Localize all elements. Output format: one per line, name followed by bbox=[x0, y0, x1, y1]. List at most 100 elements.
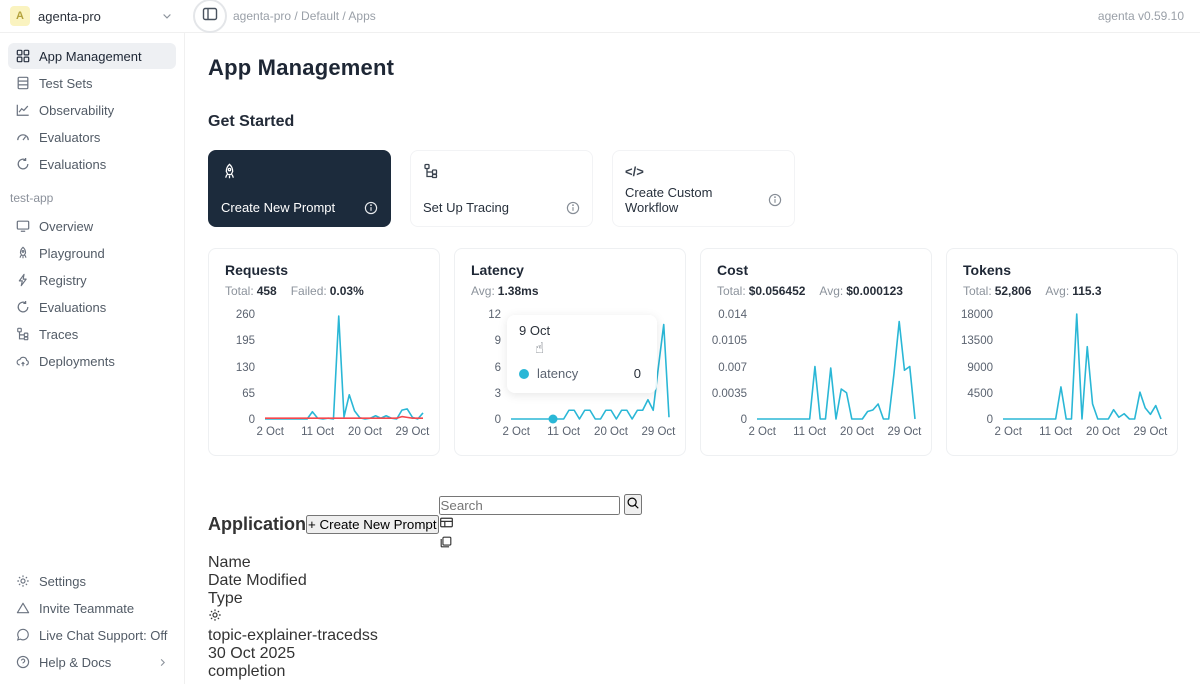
sidebar-item-app-management[interactable]: App Management bbox=[8, 43, 176, 69]
create-new-prompt-card[interactable]: Create New Prompt bbox=[208, 150, 391, 227]
requests-chart[interactable] bbox=[265, 314, 423, 419]
workspace-switcher[interactable]: A agenta-pro bbox=[0, 0, 185, 32]
y-tick-label: 3 bbox=[495, 388, 501, 400]
y-tick-label: 0 bbox=[495, 414, 501, 426]
y-tick-label: 9000 bbox=[967, 362, 993, 374]
cost-chart[interactable] bbox=[757, 314, 915, 419]
sidebar-item-label: Test Sets bbox=[39, 76, 92, 91]
cloud-icon bbox=[16, 354, 30, 368]
y-tick-label: 18000 bbox=[961, 309, 993, 321]
chat-icon bbox=[16, 628, 30, 642]
main-content: App Management Get Started Create New Pr… bbox=[186, 33, 1200, 684]
stat-value: 52,806 bbox=[995, 284, 1032, 298]
sidebar-item-deployments[interactable]: Deployments bbox=[8, 348, 176, 374]
sidebar-item-traces[interactable]: Traces bbox=[8, 321, 176, 347]
application-table: Name Date Modified Type topic-explainer-… bbox=[208, 554, 1178, 684]
app-name: topic-explainer-tracedss bbox=[208, 627, 1178, 645]
sidebar-item-label: Overview bbox=[39, 219, 93, 234]
sidebar-item-settings[interactable]: Settings bbox=[8, 568, 176, 594]
test-sets-icon bbox=[16, 76, 30, 90]
info-icon[interactable] bbox=[364, 201, 378, 215]
sidebar-item-test-sets[interactable]: Test Sets bbox=[8, 70, 176, 96]
triangle-icon bbox=[16, 601, 30, 615]
sidebar-item-invite-teammate[interactable]: Invite Teammate bbox=[8, 595, 176, 621]
card-view-icon bbox=[439, 536, 453, 553]
tree-icon bbox=[16, 327, 30, 341]
y-tick-label: 0.014 bbox=[718, 309, 747, 321]
card-label: Create New Prompt bbox=[221, 200, 335, 215]
column-header-type[interactable]: Type bbox=[208, 590, 1178, 608]
chart-title: Tokens bbox=[963, 262, 1161, 278]
table-row[interactable]: topic-explainer-tracedss 30 Oct 2025 com… bbox=[208, 627, 1178, 684]
set-up-tracing-card[interactable]: Set Up Tracing bbox=[410, 150, 593, 227]
tooltip-value: 0 bbox=[634, 366, 645, 381]
x-axis: 2 Oct11 Oct20 Oct29 Oct bbox=[1003, 426, 1161, 442]
create-custom-workflow-card[interactable]: </> Create Custom Workflow bbox=[612, 150, 795, 227]
tokens-chart[interactable] bbox=[1003, 314, 1161, 419]
monitor-icon bbox=[16, 219, 30, 233]
chevron-right-icon bbox=[157, 657, 168, 668]
column-header-date-modified[interactable]: Date Modified bbox=[208, 572, 1178, 590]
search-button[interactable] bbox=[624, 494, 642, 515]
y-tick-label: 13500 bbox=[961, 335, 993, 347]
sidebar-item-observability[interactable]: Observability bbox=[8, 97, 176, 123]
sidebar-item-label: Deployments bbox=[39, 354, 115, 369]
x-tick-label: 11 Oct bbox=[793, 426, 826, 438]
sidebar-item-help-docs[interactable]: Help & Docs bbox=[8, 649, 176, 675]
plus-icon: + bbox=[308, 517, 316, 532]
stat-value: $0.000123 bbox=[846, 284, 903, 298]
code-icon: </> bbox=[625, 162, 782, 180]
sidebar-item-label: Evaluations bbox=[39, 300, 106, 315]
tooltip-series: latency bbox=[537, 366, 578, 381]
breadcrumb[interactable]: agenta-pro / Default / Apps bbox=[233, 9, 376, 23]
y-tick-label: 260 bbox=[236, 309, 255, 321]
y-axis: 00.00350.0070.01050.014 bbox=[717, 314, 757, 419]
refresh-circle-icon bbox=[16, 157, 30, 171]
sidebar-item-evaluations[interactable]: Evaluations bbox=[8, 151, 176, 177]
y-tick-label: 0 bbox=[741, 414, 747, 426]
type-badge: completion bbox=[208, 663, 285, 680]
app-section-label: test-app bbox=[10, 191, 174, 205]
y-tick-label: 195 bbox=[236, 335, 255, 347]
collapse-sidebar-button[interactable] bbox=[198, 4, 222, 28]
table-settings-gear-icon[interactable] bbox=[208, 609, 222, 626]
search-input[interactable] bbox=[439, 496, 620, 515]
sidebar-item-overview[interactable]: Overview bbox=[8, 213, 176, 239]
observability-icon bbox=[16, 103, 30, 117]
gear-icon bbox=[16, 574, 30, 588]
stat-value: 0.03% bbox=[330, 284, 364, 298]
stat-value: $0.056452 bbox=[749, 284, 806, 298]
stat-label: Total: bbox=[963, 284, 992, 298]
workspace-avatar: A bbox=[10, 6, 30, 26]
x-tick-label: 29 Oct bbox=[641, 426, 675, 438]
stat-label: Failed: bbox=[291, 284, 327, 298]
sidebar-item-live-chat[interactable]: Live Chat Support: Off bbox=[8, 622, 176, 648]
workspace-name: agenta-pro bbox=[38, 9, 101, 24]
y-tick-label: 0.0035 bbox=[712, 388, 747, 400]
info-icon[interactable] bbox=[566, 201, 580, 215]
create-new-prompt-button[interactable]: + Create New Prompt bbox=[306, 515, 439, 534]
sidebar-item-label: Registry bbox=[39, 273, 87, 288]
y-tick-label: 65 bbox=[242, 388, 255, 400]
gauge-icon bbox=[16, 130, 30, 144]
application-heading: Application bbox=[208, 514, 306, 535]
stat-value: 458 bbox=[257, 284, 277, 298]
card-view-button[interactable] bbox=[439, 535, 642, 554]
chart-title: Requests bbox=[225, 262, 423, 278]
info-icon[interactable] bbox=[768, 193, 782, 207]
app-version: agenta v0.59.10 bbox=[1098, 9, 1200, 23]
sidebar-item-playground[interactable]: Playground bbox=[8, 240, 176, 266]
create-button-label: Create New Prompt bbox=[320, 517, 437, 532]
latency-card: Latency Avg:1.38ms 036912 2 Oct11 Oct20 … bbox=[454, 248, 686, 456]
stat-label: Avg: bbox=[819, 284, 843, 298]
question-icon bbox=[16, 655, 30, 669]
sidebar-item-registry[interactable]: Registry bbox=[8, 267, 176, 293]
table-view-button[interactable] bbox=[439, 515, 642, 535]
y-axis: 0450090001350018000 bbox=[963, 314, 1003, 419]
sidebar-item-app-evaluations[interactable]: Evaluations bbox=[8, 294, 176, 320]
sidebar-item-label: Observability bbox=[39, 103, 114, 118]
date-modified: 30 Oct 2025 bbox=[208, 645, 1178, 663]
column-header-name[interactable]: Name bbox=[208, 554, 1178, 572]
sidebar-item-evaluators[interactable]: Evaluators bbox=[8, 124, 176, 150]
metric-cards: Requests Total:458 Failed:0.03% 06513019… bbox=[208, 248, 1178, 456]
